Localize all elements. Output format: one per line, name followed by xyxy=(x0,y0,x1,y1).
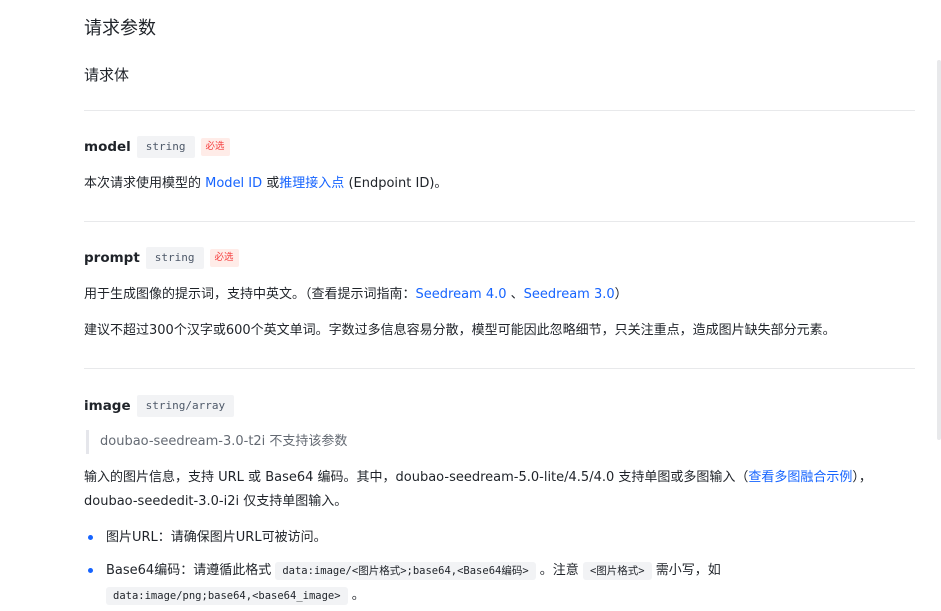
param-model-header: model string 必选 xyxy=(84,136,230,158)
text: (Endpoint ID)。 xyxy=(344,176,448,191)
code-inline: <图片格式> xyxy=(582,562,652,580)
divider xyxy=(84,110,915,111)
param-name: model xyxy=(84,139,131,155)
param-image-description: 输入的图片信息，支持 URL 或 Base64 编码。其中，doubao-see… xyxy=(84,467,872,489)
param-image-blockquote: doubao-seedream-3.0-t2i 不支持该参数 xyxy=(86,430,347,454)
param-name: prompt xyxy=(84,250,140,266)
multi-image-example-link[interactable]: 查看多图融合示例 xyxy=(748,470,852,485)
bullet-dot-icon xyxy=(88,568,93,573)
param-name: image xyxy=(84,398,131,414)
text: 。 xyxy=(347,588,365,603)
param-image-description-line2: doubao-seededit-3.0-i2i 仅支持单图输入。 xyxy=(84,494,348,509)
code-inline: data:image/png;base64,<base64_image> xyxy=(106,587,348,605)
text: 或 xyxy=(262,176,280,191)
text: ） xyxy=(614,287,628,302)
text: 需小写，如 xyxy=(651,563,721,578)
text: 、 xyxy=(506,287,524,302)
code-inline: data:image/<图片格式>;base64,<Base64编码> xyxy=(275,562,536,580)
text: 输入的图片信息，支持 URL 或 Base64 编码。其中，doubao-see… xyxy=(84,470,749,485)
required-badge: 必选 xyxy=(200,138,230,156)
divider xyxy=(84,368,915,369)
seedream3-guide-link[interactable]: Seedream 3.0 xyxy=(524,287,615,302)
list-item-base64: Base64编码：请遵循此格式 data:image/<图片格式>;base64… xyxy=(106,560,721,582)
text: 本次请求使用模型的 xyxy=(84,176,206,191)
seedream4-guide-link[interactable]: Seedream 4.0 xyxy=(416,287,507,302)
list-item-url: 图片URL：请确保图片URL可被访问。 xyxy=(106,530,327,545)
type-tag: string xyxy=(136,136,195,158)
param-model-description: 本次请求使用模型的 Model ID 或推理接入点 (Endpoint ID)。 xyxy=(84,173,447,195)
divider xyxy=(84,221,915,222)
subsection-title: 请求体 xyxy=(84,66,130,84)
section-title: 请求参数 xyxy=(84,18,156,39)
text: ）， xyxy=(852,470,872,485)
text: 。注意 xyxy=(535,563,583,578)
param-prompt-description: 用于生成图像的提示词，支持中英文。（查看提示词指南：Seedream 4.0 、… xyxy=(84,284,628,306)
scrollbar-thumb[interactable] xyxy=(937,60,941,440)
text: Base64编码：请遵循此格式 xyxy=(106,563,276,578)
param-image-header: image string/array xyxy=(84,395,240,417)
required-badge: 必选 xyxy=(209,249,239,267)
bullet-dot-icon xyxy=(88,535,93,540)
model-id-link[interactable]: Model ID xyxy=(205,176,262,191)
endpoint-link[interactable]: 推理接入点 xyxy=(279,176,344,191)
param-prompt-header: prompt string 必选 xyxy=(84,247,239,269)
list-item-base64-line2: data:image/png;base64,<base64_image> 。 xyxy=(106,585,365,607)
type-tag: string xyxy=(145,247,204,269)
text: 用于生成图像的提示词，支持中英文。（查看提示词指南： xyxy=(84,287,416,302)
type-tag: string/array xyxy=(136,395,235,417)
param-prompt-note: 建议不超过300个汉字或600个英文单词。字数过多信息容易分散，模型可能因此忽略… xyxy=(84,323,836,338)
